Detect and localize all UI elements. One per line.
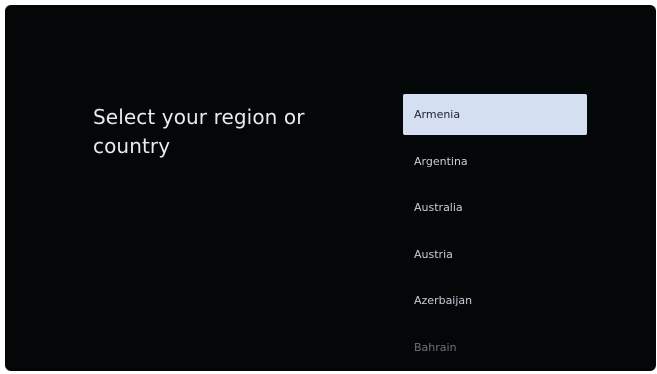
country-item-austria[interactable]: Austria [403,234,587,275]
country-item-argentina[interactable]: Argentina [403,141,587,182]
country-item-australia[interactable]: Australia [403,187,587,228]
country-label: Armenia [414,108,461,121]
country-label: Azerbaijan [414,294,473,307]
country-list: Armenia Argentina Australia Austria Azer… [403,94,587,371]
country-label: Bahrain [414,340,457,354]
country-item-bahrain[interactable]: Bahrain [403,327,587,368]
country-item-armenia[interactable]: Armenia [403,94,587,135]
country-label: Austria [414,247,453,261]
country-label: Argentina [414,154,468,168]
country-item-azerbaijan[interactable]: Azerbaijan [403,280,587,321]
page-title: Select your region or country [93,105,305,158]
country-label: Australia [414,201,463,214]
tv-setup-screen: Select your region or country Armenia Ar… [5,5,656,371]
